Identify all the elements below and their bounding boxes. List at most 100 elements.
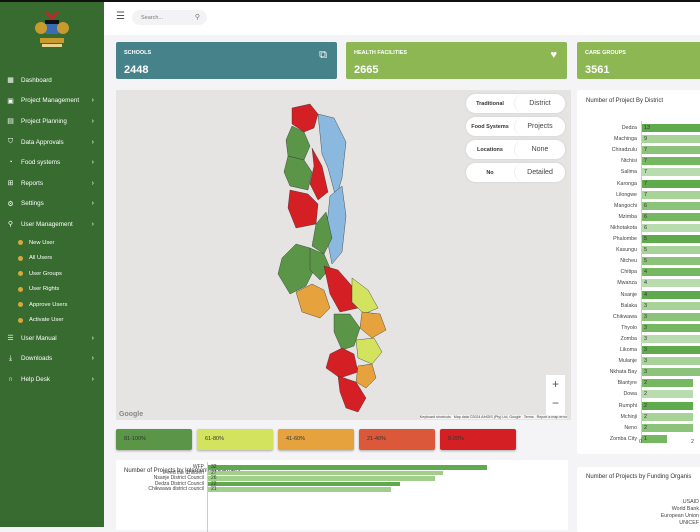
district-label: Dedza xyxy=(621,125,637,131)
partner-bar[interactable]: 21 xyxy=(208,487,392,492)
sidebar-subitem-user-rights[interactable]: User Rights xyxy=(0,281,104,297)
district-label: Rumphi xyxy=(618,402,637,409)
district-bar[interactable]: 9 xyxy=(641,135,700,144)
sidebar-subitem-all-users[interactable]: All Users xyxy=(0,250,104,266)
district-bar[interactable]: 7 xyxy=(641,146,700,155)
district-bar[interactable]: 3 xyxy=(641,368,700,377)
district-label: Phalombe xyxy=(613,236,637,242)
district-bar[interactable]: 7 xyxy=(641,179,700,188)
sidebar-subitem-user-groups[interactable]: User Groups xyxy=(0,266,104,282)
map-region xyxy=(295,283,331,319)
toggle-boundary[interactable]: Traditional District xyxy=(466,94,565,113)
sidebar-item-user-manual[interactable]: ☰ User Manual › xyxy=(0,328,104,349)
district-bar[interactable]: 2 xyxy=(641,390,693,399)
map-region xyxy=(359,311,387,339)
sidebar-item-dashboard[interactable]: ▦ Dashboard xyxy=(0,70,104,91)
district-label: Likoma xyxy=(619,347,637,353)
sidebar-item-label: Reports xyxy=(21,179,44,187)
sidebar-item-label: User Management xyxy=(21,220,73,228)
download-icon: ⤓ xyxy=(8,354,13,362)
sidebar-subitem-activate-user[interactable]: Activate User xyxy=(0,312,104,328)
district-bar[interactable]: 7 xyxy=(641,168,700,177)
district-bar[interactable]: 1 xyxy=(641,434,667,443)
menu-toggle-icon[interactable]: ☰ xyxy=(116,11,125,22)
sidebar-subitem-approve-users[interactable]: Approve Users xyxy=(0,297,104,313)
map-region xyxy=(287,189,319,229)
card-title: CARE GROUPS xyxy=(585,50,626,56)
district-bar[interactable]: 2 xyxy=(641,423,693,432)
district-bar[interactable]: 4 xyxy=(641,279,700,288)
sidebar-subitem-new-user[interactable]: New User xyxy=(0,235,104,251)
sidebar-item-data-approvals[interactable]: ⛉ Data Approvals › xyxy=(0,132,104,153)
district-bar[interactable]: 2 xyxy=(641,401,693,410)
sidebar-item-reports[interactable]: ⊞ Reports › xyxy=(0,173,104,194)
bullet-icon xyxy=(18,302,23,307)
search-placeholder: Search... xyxy=(141,15,164,21)
sidebar-item-settings[interactable]: ⚙ Settings › xyxy=(0,194,104,215)
chevron-right-icon: › xyxy=(91,200,94,208)
partner-bar[interactable]: 32 xyxy=(208,465,488,470)
sidebar-item-label: Data Approvals xyxy=(21,138,64,146)
district-bar[interactable]: 2 xyxy=(641,379,693,388)
chevron-right-icon: › xyxy=(91,334,94,342)
sidebar-item-food-systems[interactable]: ◔ Food systems › xyxy=(0,152,104,173)
toggle-detail[interactable]: No Detailed xyxy=(466,163,565,182)
legend-item: 61-80% xyxy=(197,429,273,450)
sidebar-item-label: Help Desk xyxy=(21,375,51,383)
chevron-right-icon: › xyxy=(91,220,94,228)
sidebar-subitem-label: User Rights xyxy=(29,286,60,292)
bullet-icon xyxy=(18,271,23,276)
bullet-icon xyxy=(18,240,23,245)
district-bar[interactable]: 3 xyxy=(641,301,700,310)
district-label: Chiradzulu xyxy=(611,147,637,154)
headset-icon: ∩ xyxy=(7,375,14,383)
funder-label: European Union xyxy=(660,513,699,519)
district-bar[interactable]: 6 xyxy=(641,212,700,221)
toggle-locations[interactable]: Locations None xyxy=(466,140,565,159)
district-bar[interactable]: 6 xyxy=(641,201,700,210)
district-bar[interactable]: 13 xyxy=(641,124,700,132)
district-bar[interactable]: 3 xyxy=(641,346,700,354)
map-attribution[interactable]: Keyboard shortcuts Map data ©2024 AfriGI… xyxy=(419,415,567,419)
toggle-data-type[interactable]: Food Systems Projects xyxy=(466,117,565,136)
district-bar[interactable]: 5 xyxy=(641,235,700,243)
bullet-icon xyxy=(18,286,23,292)
partner-bar[interactable]: 26 xyxy=(208,476,435,481)
sidebar-subitem-label: Activate User xyxy=(29,317,64,323)
district-bar[interactable]: 6 xyxy=(641,223,700,232)
food-icon: ◔ xyxy=(8,159,13,167)
sidebar-item-user-management[interactable]: ⚲ User Management › xyxy=(0,214,104,235)
district-bar[interactable]: 7 xyxy=(641,190,700,199)
district-bar[interactable]: 5 xyxy=(641,246,700,255)
sidebar-item-project-planning[interactable]: ▤ Project Planning › xyxy=(0,111,104,132)
partner-bar[interactable]: 22 xyxy=(208,482,400,487)
district-label: Karonga xyxy=(616,180,637,187)
sidebar-item-downloads[interactable]: ⤓ Downloads › xyxy=(0,348,104,369)
district-bar[interactable]: 3 xyxy=(641,312,700,321)
partner-bar[interactable]: 27 xyxy=(208,470,444,476)
map-region xyxy=(333,313,361,351)
district-label: Nkhata Bay xyxy=(609,369,637,376)
district-bar[interactable]: 4 xyxy=(641,268,700,277)
district-bar[interactable]: 4 xyxy=(641,290,700,299)
search-input[interactable]: Search... ⚲ xyxy=(132,10,207,25)
district-label: Thyolo xyxy=(621,324,637,331)
district-bar[interactable]: 3 xyxy=(641,323,700,332)
zoom-in-button[interactable]: + xyxy=(546,375,565,394)
card-care-groups[interactable]: CARE GROUPS 3561 xyxy=(577,42,700,79)
district-label: Nkhotakota xyxy=(610,224,637,231)
card-schools[interactable]: SCHOOLS 2448 ⧉ xyxy=(116,42,337,79)
district-bar[interactable]: 2 xyxy=(641,412,693,421)
chevron-right-icon: › xyxy=(91,179,94,187)
district-bar[interactable]: 5 xyxy=(641,257,700,266)
zoom-out-button[interactable]: − xyxy=(546,394,565,413)
district-bar[interactable]: 3 xyxy=(641,357,700,366)
search-icon[interactable]: ⚲ xyxy=(195,13,200,21)
district-bar[interactable]: 7 xyxy=(641,157,700,166)
district-label: Neno xyxy=(624,424,637,431)
sidebar-item-project-management[interactable]: ▣ Project Management › xyxy=(0,91,104,112)
district-bar[interactable]: 3 xyxy=(641,334,700,343)
sidebar-item-label: Food systems xyxy=(21,159,61,167)
card-health-facilities[interactable]: HEALTH FACILITIES 2665 ♥ xyxy=(346,42,567,79)
sidebar-item-help-desk[interactable]: ∩ Help Desk › xyxy=(0,369,104,390)
